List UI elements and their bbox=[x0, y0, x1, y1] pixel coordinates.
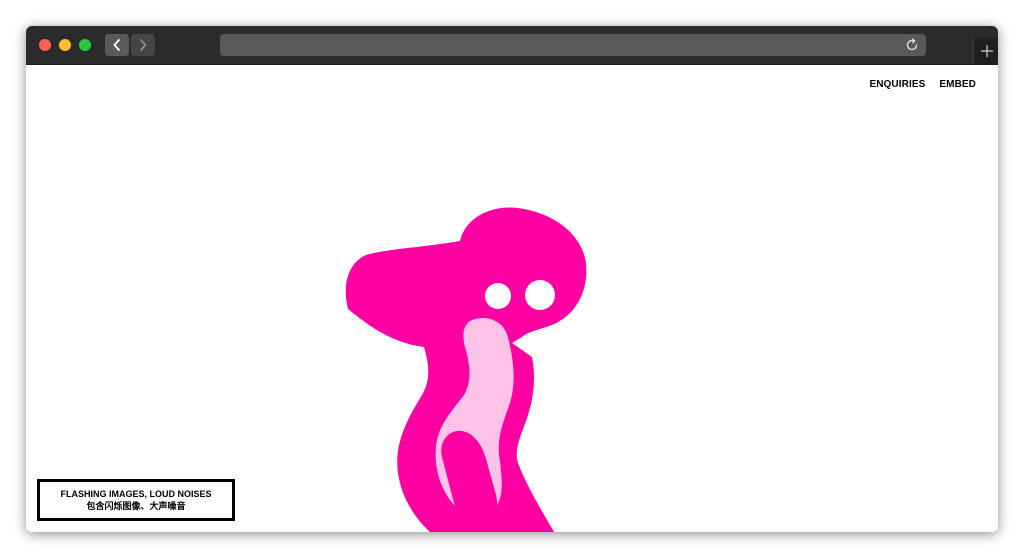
warning-text-chinese: 包含闪烁图像、大声噪音 bbox=[86, 501, 186, 511]
plus-icon bbox=[980, 45, 993, 57]
reload-icon[interactable] bbox=[904, 37, 920, 53]
character-right-eye bbox=[525, 280, 555, 310]
browser-toolbar bbox=[26, 26, 998, 65]
forward-button[interactable] bbox=[131, 34, 155, 56]
page-content: ENQUIRIES EMBED FLASHING IMAGES, LOUD NO… bbox=[26, 65, 998, 532]
zoom-window-button[interactable] bbox=[79, 39, 91, 51]
new-tab-button[interactable] bbox=[973, 38, 998, 64]
chevron-left-icon bbox=[113, 39, 120, 51]
character-left-eye bbox=[485, 283, 511, 309]
browser-window: ENQUIRIES EMBED FLASHING IMAGES, LOUD NO… bbox=[26, 26, 998, 532]
minimize-window-button[interactable] bbox=[59, 39, 71, 51]
close-window-button[interactable] bbox=[39, 39, 51, 51]
chevron-right-icon bbox=[140, 39, 147, 51]
warning-text-english: FLASHING IMAGES, LOUD NOISES bbox=[60, 489, 212, 499]
content-warning-box: FLASHING IMAGES, LOUD NOISES 包含闪烁图像、大声噪音 bbox=[37, 479, 235, 521]
back-button[interactable] bbox=[105, 34, 129, 56]
pink-character-illustration bbox=[345, 207, 587, 532]
address-bar[interactable] bbox=[220, 34, 926, 56]
